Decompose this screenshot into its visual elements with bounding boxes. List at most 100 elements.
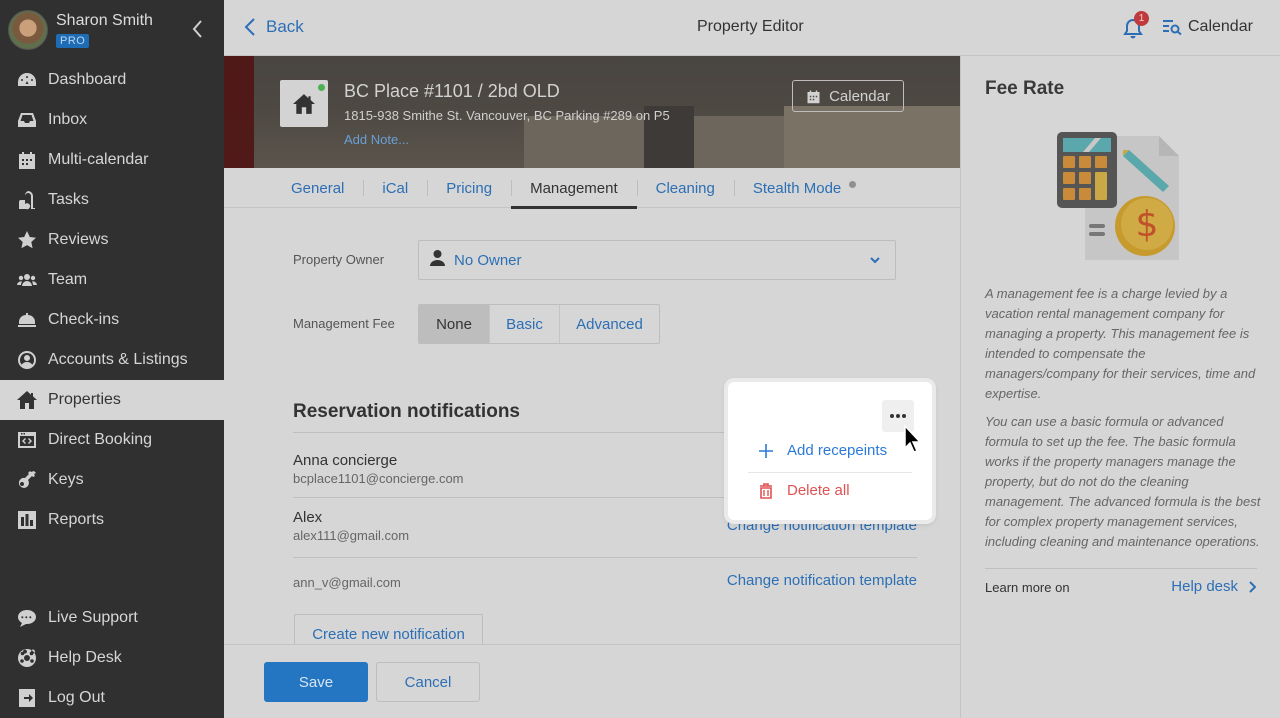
sidebar-item-accounts-listings[interactable]: Accounts & Listings (0, 340, 224, 380)
sidebar-item-live-support[interactable]: Live Support (0, 598, 224, 638)
fee-rate-description-2: You can use a basic formula or advanced … (985, 414, 1261, 549)
sidebar-item-label: Log Out (48, 689, 105, 706)
code-window-icon (16, 429, 38, 451)
property-owner-label: Property Owner (293, 252, 385, 267)
dashboard-icon (16, 69, 38, 91)
hero-background-shape (784, 106, 960, 168)
cancel-button[interactable]: Cancel (376, 662, 480, 702)
property-calendar-label: Calendar (829, 87, 890, 105)
calendar-search-icon (1163, 20, 1182, 35)
property-name: BC Place #1101 / 2bd OLD (344, 81, 560, 101)
sidebar-item-dashboard[interactable]: Dashboard (0, 60, 224, 100)
sidebar-item-tasks[interactable]: Tasks (0, 180, 224, 220)
notifications-actions-menu: Add recepeints Delete all (728, 382, 932, 520)
tab-label: Pricing (446, 179, 493, 197)
divider (985, 568, 1257, 569)
home-icon (16, 389, 38, 411)
delete-all-menu-item[interactable]: Delete all (758, 482, 850, 499)
chevron-right-icon (1249, 580, 1256, 593)
sidebar-item-direct-booking[interactable]: Direct Booking (0, 420, 224, 460)
sidebar-item-properties[interactable]: Properties (0, 380, 224, 420)
back-button[interactable]: Back (244, 17, 304, 37)
calendar-search-button[interactable]: Calendar (1162, 18, 1253, 36)
user-icon (429, 249, 454, 271)
bar-chart-icon (16, 509, 38, 531)
sidebar-item-keys[interactable]: Keys (0, 460, 224, 500)
tab-management[interactable]: Management (511, 168, 637, 209)
change-template-link[interactable]: Change notification template (727, 572, 917, 589)
calendar-icon (16, 149, 38, 171)
divider (293, 557, 917, 558)
sidebar-item-label: Properties (48, 391, 121, 408)
sidebar-item-help-desk[interactable]: Help Desk (0, 638, 224, 678)
home-icon (293, 93, 315, 114)
avatar[interactable] (8, 10, 48, 50)
property-owner-select[interactable]: No Owner (418, 240, 896, 280)
sidebar-item-label: Direct Booking (48, 431, 153, 448)
tab-stealth-mode[interactable]: Stealth Mode (733, 168, 875, 208)
sidebar-item-team[interactable]: Team (0, 260, 224, 300)
property-thumbnail[interactable] (280, 80, 328, 127)
tab-cleaning[interactable]: Cleaning (636, 168, 734, 208)
calculator-document-illustration-icon: $ (1057, 132, 1179, 260)
sidebar-item-label: Reports (48, 511, 105, 528)
trash-icon (760, 482, 772, 499)
sidebar-item-reviews[interactable]: Reviews (0, 220, 224, 260)
save-button[interactable]: Save (264, 662, 368, 702)
sidebar-item-log-out[interactable]: Log Out (0, 678, 224, 718)
tab-pricing[interactable]: Pricing (427, 168, 511, 208)
sidebar-item-label: Tasks (48, 191, 89, 208)
notifications-button[interactable]: 1 (1122, 11, 1149, 39)
help-desk-label: Help desk (1171, 578, 1238, 595)
tab-general[interactable]: General (272, 168, 363, 208)
sidebar-item-label: Help Desk (48, 649, 122, 666)
fee-option-basic[interactable]: Basic (489, 305, 559, 343)
user-profile[interactable]: Sharon Smith PRO (0, 0, 224, 60)
sidebar-item-multi-calendar[interactable]: Multi-calendar (0, 140, 224, 180)
calendar-icon (807, 90, 820, 103)
property-header: BC Place #1101 / 2bd OLD 1815-938 Smithe… (224, 56, 960, 168)
sidebar-item-label: Multi-calendar (48, 151, 149, 168)
tab-label: Cleaning (655, 179, 715, 197)
help-desk-link[interactable]: Help desk (1171, 578, 1256, 595)
more-options-button[interactable] (882, 400, 914, 432)
sidebar-item-check-ins[interactable]: Check-ins (0, 300, 224, 340)
lifebuoy-icon (16, 647, 38, 669)
key-icon (16, 469, 38, 491)
ellipsis-icon (890, 414, 906, 418)
sidebar-nav: Dashboard Inbox Multi-calendar Tasks Rev… (0, 60, 224, 540)
sidebar-item-label: Dashboard (48, 71, 127, 88)
star-icon (16, 229, 38, 251)
reservation-notifications-title: Reservation notifications (293, 401, 520, 422)
collapse-sidebar-button[interactable] (188, 18, 208, 40)
pro-badge: PRO (56, 34, 90, 48)
fee-option-advanced[interactable]: Advanced (559, 305, 659, 343)
add-recipients-menu-item[interactable]: Add recepeints (758, 442, 887, 459)
property-tabs: General iCal Pricing Management Cleaning… (224, 168, 960, 209)
tab-label: iCal (382, 179, 409, 197)
vacuum-icon (16, 189, 38, 211)
fee-option-none[interactable]: None (419, 305, 489, 343)
property-status-dot (318, 84, 325, 91)
sidebar-item-reports[interactable]: Reports (0, 500, 224, 540)
add-note-link[interactable]: Add Note... (344, 132, 409, 147)
divider (748, 472, 912, 473)
learn-more-label: Learn more on (985, 580, 1070, 595)
property-calendar-button[interactable]: Calendar (792, 80, 904, 112)
sidebar-item-label: Live Support (48, 609, 138, 626)
add-recipients-label: Add recepeints (787, 442, 888, 459)
delete-all-label: Delete all (787, 482, 850, 499)
team-icon (16, 269, 38, 291)
logout-icon (16, 687, 38, 709)
chevron-left-icon (192, 20, 202, 38)
property-address: 1815-938 Smithe St. Vancouver, BC Parkin… (344, 108, 670, 123)
fee-rate-title: Fee Rate (985, 78, 1065, 99)
form-footer: Save Cancel (224, 644, 960, 718)
user-name: Sharon Smith (56, 12, 153, 29)
sidebar-item-label: Inbox (48, 111, 88, 128)
management-fee-label: Management Fee (293, 316, 395, 331)
fee-rate-panel: Fee Rate $ A management fee is a charge … (960, 56, 1280, 718)
tab-ical[interactable]: iCal (363, 168, 427, 208)
sidebar-item-inbox[interactable]: Inbox (0, 100, 224, 140)
sidebar-item-label: Team (48, 271, 88, 288)
